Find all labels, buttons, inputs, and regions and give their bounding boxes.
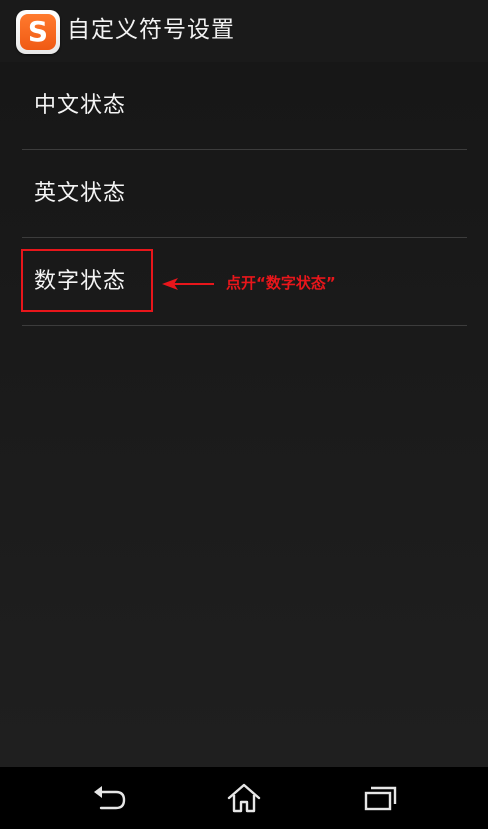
home-icon bbox=[227, 783, 261, 813]
annotation-arrow-icon bbox=[162, 278, 214, 290]
back-button[interactable] bbox=[89, 781, 129, 815]
navigation-bar bbox=[0, 767, 488, 829]
sogou-logo-icon[interactable]: S bbox=[16, 10, 60, 54]
list-item-label: 中文状态 bbox=[34, 93, 127, 118]
recents-icon bbox=[364, 786, 397, 811]
annotation-highlight-box bbox=[21, 249, 153, 312]
screen: S 自定义符号设置 中文状态 英文状态 数字状态 点开“数字状态” bbox=[0, 0, 488, 829]
list-item-chinese-state[interactable]: 中文状态 bbox=[22, 62, 467, 150]
annotation-text: 点开“数字状态” bbox=[226, 274, 336, 292]
action-bar: S 自定义符号设置 bbox=[0, 0, 488, 62]
recents-button[interactable] bbox=[360, 781, 400, 815]
home-button[interactable] bbox=[224, 781, 264, 815]
back-icon bbox=[94, 786, 126, 810]
list-item-label: 英文状态 bbox=[34, 181, 127, 206]
app-icon-letter: S bbox=[20, 14, 56, 50]
page-title: 自定义符号设置 bbox=[67, 17, 235, 43]
list-item-english-state[interactable]: 英文状态 bbox=[22, 150, 467, 238]
